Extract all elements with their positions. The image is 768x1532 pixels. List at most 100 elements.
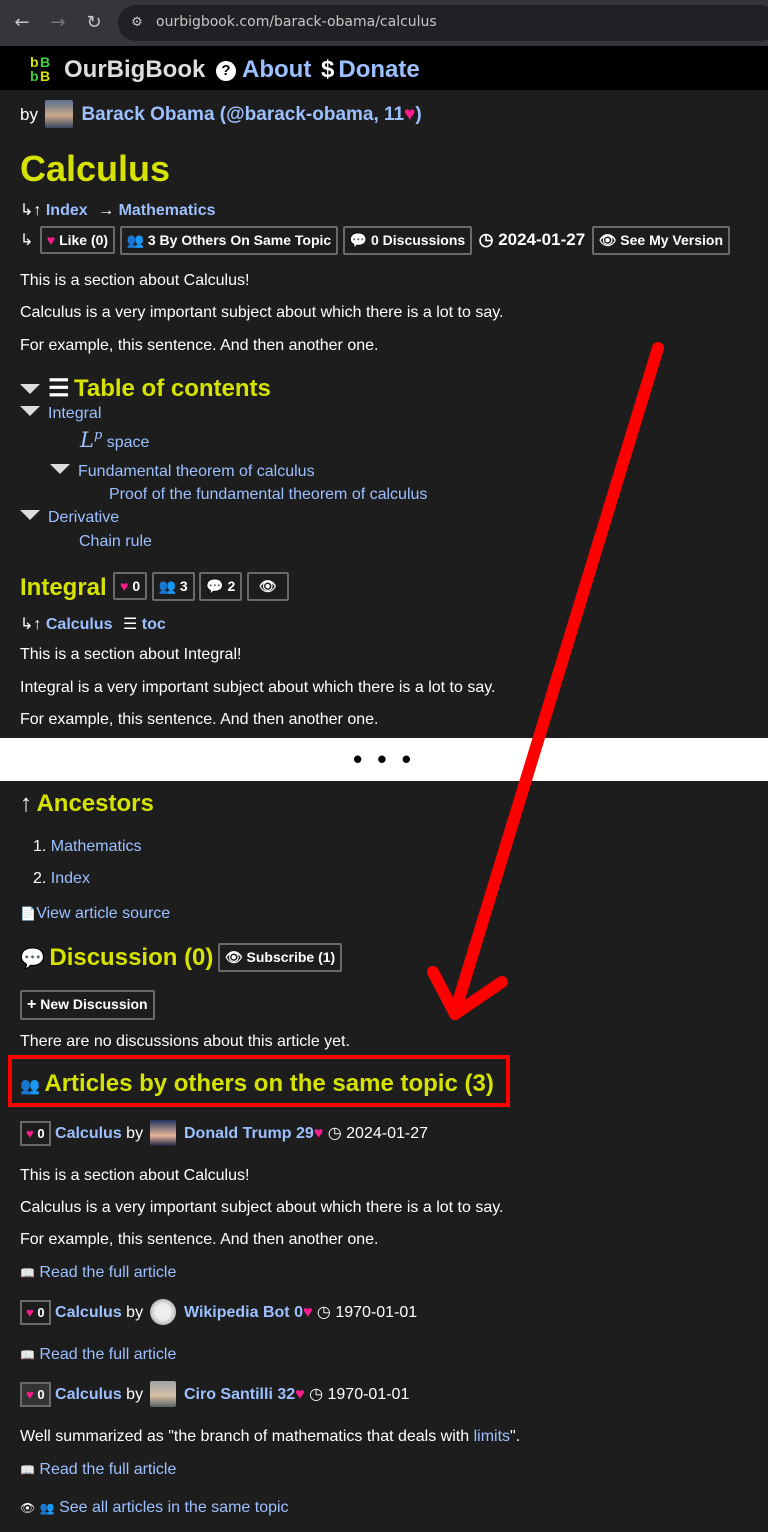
author-link[interactable]: Barack Obama (@barack-obama, 11♥)	[81, 104, 421, 125]
other-author-link[interactable]: Ciro Santilli 32♥	[184, 1386, 305, 1403]
integral-others-button[interactable]: 👥 3	[151, 572, 195, 601]
author-avatar[interactable]	[149, 1120, 176, 1146]
lp-math[interactable]: Lp	[80, 428, 102, 452]
other-article-title[interactable]: Calculus	[55, 1304, 122, 1321]
about-label[interactable]: About	[242, 56, 311, 83]
view-source-link[interactable]: 📄View article source	[20, 905, 170, 923]
author-avatar[interactable]	[149, 1381, 176, 1407]
by-label: by	[20, 105, 38, 124]
limits-link[interactable]: limits	[474, 1428, 510, 1445]
subscribe-button[interactable]: 👁 Subscribe (1)	[217, 943, 343, 972]
heart-icon: ♥	[46, 232, 56, 248]
read-full-label[interactable]: Read the full article	[39, 1264, 176, 1281]
see-all-link[interactable]: 👁 👥 See all articles in the same topic	[20, 1499, 289, 1517]
breadcrumb: ↳↑ Index → Mathematics	[20, 200, 215, 220]
integral-title[interactable]: Integral	[20, 574, 107, 601]
view-source-label[interactable]: View article source	[36, 905, 170, 922]
other-article-header: ♥ 0 Calculus by Wikipedia Bot 0♥ ◷ 1970-…	[20, 1299, 417, 1325]
heart-icon: ♥	[404, 104, 416, 125]
new-discussion-label: New Discussion	[40, 996, 148, 1012]
toc-item-chain-rule[interactable]: Chain rule	[79, 533, 152, 551]
toc-link[interactable]: space	[107, 434, 150, 451]
toc-link[interactable]: Integral	[48, 405, 101, 422]
site-name[interactable]: OurBigBook	[64, 56, 205, 84]
others-same-topic-button[interactable]: 👥 3 By Others On Same Topic	[119, 226, 339, 255]
collapse-triangle-icon[interactable]	[20, 384, 40, 394]
breadcrumb-index[interactable]: Index	[46, 202, 88, 219]
eye-icon: 👁	[224, 949, 243, 965]
read-full-article-link[interactable]: 📖 Read the full article	[20, 1264, 176, 1282]
other-summary: Well summarized as "the branch of mathem…	[20, 1428, 520, 1446]
summary-text-end: ".	[510, 1428, 521, 1445]
like-button[interactable]: ♥ Like (0)	[39, 226, 116, 254]
ancestor-item[interactable]: 2. Index	[33, 870, 90, 888]
summary-text: Well summarized as "the branch of mathem…	[20, 1428, 474, 1445]
toc-link[interactable]: Chain rule	[79, 533, 152, 550]
other-author-link[interactable]: Donald Trump 29♥	[184, 1125, 323, 1142]
about-link[interactable]: ? About	[216, 56, 311, 84]
collapse-triangle-icon[interactable]	[20, 406, 40, 416]
back-arrow-icon[interactable]: ←	[10, 11, 34, 35]
ourbigbook-logo-icon[interactable]: b B b B	[30, 54, 58, 82]
dollar-icon: $	[321, 56, 335, 83]
forward-arrow-icon[interactable]: →	[46, 11, 70, 35]
svg-text:b: b	[30, 68, 39, 82]
other-author-name[interactable]: Ciro Santilli 32	[184, 1386, 295, 1403]
integral-see-version-button[interactable]: 👁	[246, 572, 289, 601]
users-icon: 👥	[158, 578, 177, 594]
collapse-triangle-icon[interactable]	[20, 510, 40, 520]
breadcrumb-mathematics[interactable]: Mathematics	[119, 202, 216, 219]
address-bar[interactable]: ⚙ ourbigbook.com/barack-obama/calculus	[118, 5, 768, 41]
by-label: by	[126, 1125, 144, 1142]
read-full-label[interactable]: Read the full article	[39, 1346, 176, 1363]
other-author-link[interactable]: Wikipedia Bot 0♥	[184, 1304, 312, 1321]
other-like-button[interactable]: ♥ 0	[20, 1382, 51, 1407]
other-article-title[interactable]: Calculus	[55, 1125, 122, 1142]
donate-label[interactable]: Donate	[338, 56, 419, 83]
ancestor-item[interactable]: 1. Mathematics	[33, 838, 142, 856]
toc-link[interactable]: Fundamental theorem of calculus	[78, 463, 315, 480]
toc-link[interactable]: Proof of the fundamental theorem of calc…	[109, 486, 427, 503]
ancestor-link-index[interactable]: Index	[51, 870, 90, 887]
read-full-article-link[interactable]: 📖 Read the full article	[20, 1346, 176, 1364]
read-full-label[interactable]: Read the full article	[39, 1461, 176, 1478]
see-all-label[interactable]: See all articles in the same topic	[59, 1499, 288, 1516]
child-arrow-icon: ↳	[20, 232, 34, 249]
other-paragraph: This is a section about Calculus!	[20, 1167, 250, 1184]
integral-discussions-button[interactable]: 💬 2	[199, 572, 243, 601]
toc-item-ftc-proof[interactable]: Proof of the fundamental theorem of calc…	[109, 486, 427, 504]
donate-link[interactable]: $ Donate	[321, 56, 420, 84]
comment-icon: 💬	[349, 232, 368, 248]
discussion-heading: 💬 Discussion (0) 👁 Subscribe (1)	[20, 943, 343, 972]
other-like-button[interactable]: ♥ 0	[20, 1121, 51, 1146]
toc-item-derivative[interactable]: Derivative	[20, 509, 119, 527]
wikipedia-globe-icon[interactable]	[149, 1299, 176, 1325]
clock-icon: ◷	[478, 230, 494, 249]
reload-icon[interactable]: ↻	[82, 11, 106, 35]
up-arrow-icon: ↑	[20, 790, 32, 817]
toc-item-integral[interactable]: Integral	[20, 405, 101, 423]
toc-link[interactable]: Derivative	[48, 509, 119, 526]
breadcrumb-toc[interactable]: toc	[142, 616, 166, 633]
author-avatar[interactable]	[44, 100, 73, 128]
toc-item-lp-space[interactable]: Lp space	[80, 428, 149, 452]
breadcrumb-calculus[interactable]: Calculus	[46, 616, 113, 633]
ancestor-link-mathematics[interactable]: Mathematics	[51, 838, 142, 855]
other-article-title[interactable]: Calculus	[55, 1386, 122, 1403]
read-full-article-link[interactable]: 📖 Read the full article	[20, 1461, 176, 1479]
author-name[interactable]: Barack Obama (@barack-obama, 11	[81, 104, 404, 125]
discussions-label: 0 Discussions	[371, 232, 466, 248]
integral-like-button[interactable]: ♥ 0	[113, 572, 148, 600]
other-like-button[interactable]: ♥ 0	[20, 1300, 51, 1325]
integral-paragraph: Integral is a very important subject abo…	[20, 679, 496, 696]
discussions-button[interactable]: 💬 0 Discussions	[342, 226, 473, 255]
toc-item-ftc[interactable]: Fundamental theorem of calculus	[50, 463, 315, 481]
new-discussion-button[interactable]: + New Discussion	[20, 990, 155, 1020]
other-author-name[interactable]: Wikipedia Bot 0	[184, 1304, 303, 1321]
site-info-icon[interactable]: ⚙	[128, 14, 146, 32]
other-author-name[interactable]: Donald Trump 29	[184, 1125, 314, 1142]
url-text[interactable]: ourbigbook.com/barack-obama/calculus	[156, 14, 437, 30]
see-my-version-button[interactable]: 👁 See My Version	[591, 226, 730, 255]
integral-breadcrumb: ↳↑ Calculus ☰ toc	[20, 614, 166, 634]
collapse-triangle-icon[interactable]	[50, 464, 70, 474]
